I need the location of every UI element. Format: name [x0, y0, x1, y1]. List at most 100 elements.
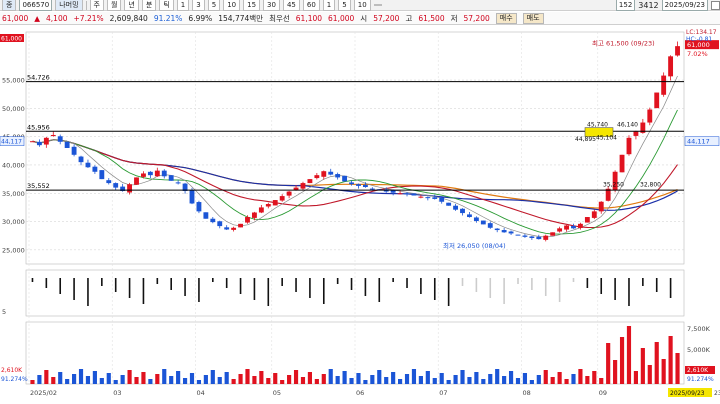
period-week[interactable]: 월 [106, 0, 122, 11]
quote-low-label: 저 [450, 13, 458, 23]
annotation-low: 최저 26,050 (08/04) [443, 241, 506, 250]
chart-toolbar: 종 066570 나머밍 주 월 년 분 틱 1 3 5 10 15 30 45… [0, 0, 720, 11]
candle-body [64, 141, 70, 148]
candle-body [314, 175, 320, 179]
toolbar-btn-0[interactable]: 종 [2, 0, 17, 11]
oscillator-bar [517, 278, 519, 284]
candle-body [473, 217, 479, 221]
candle-body [571, 225, 576, 229]
volume-bar [182, 378, 188, 384]
volume-bar [467, 377, 472, 384]
volume-bar [300, 377, 306, 384]
stock-name-button[interactable]: 나머밍 [55, 0, 83, 11]
interval-5[interactable]: 10 [223, 0, 241, 11]
oscillator-bar [406, 278, 408, 288]
left-price-label: 61,000 [1, 36, 22, 43]
oscillator-bar [295, 278, 297, 292]
volume-bar [474, 372, 479, 384]
buy-button[interactable]: 매수 [495, 12, 517, 24]
y-tick-label: 35,000 [2, 190, 25, 198]
candle-body [404, 193, 410, 195]
stock-chart[interactable]: 25,00030,00035,00040,00045,00050,00055,0… [0, 26, 720, 404]
x-tick-label: 08 [522, 389, 530, 397]
interval-1[interactable]: 3 [192, 0, 205, 11]
interval-5b[interactable]: 10 [353, 0, 371, 11]
volume-bar [120, 375, 125, 384]
oscillator-bar [59, 278, 62, 294]
candle-body [584, 217, 590, 223]
volume-bar [488, 374, 493, 384]
right-header-2: HC:-0.81 [686, 36, 712, 43]
candle-body [536, 236, 542, 240]
volume-bar [92, 371, 97, 384]
x-tick-label: 07 [439, 389, 447, 397]
candle-body [633, 131, 639, 136]
interval-10[interactable]: 15 [243, 0, 261, 11]
interval-45[interactable]: 60 [302, 0, 320, 11]
annotation-high: 최고 61,500 (09/23) [592, 38, 655, 47]
sell-button[interactable]: 매도 [522, 12, 544, 24]
period-day[interactable]: 주 [89, 0, 104, 11]
count-field[interactable]: 152 [615, 0, 636, 11]
period-month[interactable]: 년 [124, 0, 139, 11]
quote-bar: 61,000 ▲ 4,100 +7.21% 2,609,840 91.21% 6… [0, 12, 720, 25]
volume-bar [273, 373, 278, 384]
volume-bar [460, 370, 465, 384]
interval-10b[interactable] [373, 4, 382, 6]
interval-30[interactable]: 45 [282, 0, 300, 11]
candle-body [300, 183, 306, 189]
candle-body [251, 212, 257, 218]
y-tick-label: 30,000 [2, 218, 25, 226]
candle-body [321, 171, 327, 177]
period-year[interactable]: 분 [141, 0, 157, 11]
volume-bar [72, 374, 77, 384]
oscillator-bar [336, 278, 339, 284]
candle-body [501, 230, 507, 233]
candle-body [557, 228, 563, 232]
volume-bar [668, 336, 673, 384]
period-minute[interactable]: 틱 [159, 0, 174, 11]
stock-code-field[interactable]: 066570 [19, 0, 53, 11]
candle-body [515, 234, 521, 236]
period-tick[interactable]: 1 [176, 0, 190, 11]
volume-bar [564, 379, 569, 384]
oscillator-bar [45, 278, 48, 288]
interval-60[interactable]: 1 [322, 0, 336, 11]
volume-bar [439, 373, 444, 384]
candle-body [654, 92, 660, 109]
volume-bar [321, 374, 326, 384]
volume-bar [675, 353, 680, 384]
candle-body [369, 188, 375, 190]
volume-tick-5000k: 5,000K [687, 346, 711, 354]
volume-bar [481, 379, 486, 384]
candle-body [487, 223, 493, 228]
volume-bar [113, 380, 118, 384]
candle-body [175, 182, 181, 184]
volume-bar [377, 370, 382, 384]
interval-15[interactable]: 30 [263, 0, 280, 11]
annotation-45740: 45,740 [587, 121, 608, 128]
candle-body [50, 134, 56, 136]
volume-bar [78, 369, 84, 384]
interval-3[interactable]: 5 [207, 0, 221, 11]
candle-body [307, 179, 313, 184]
chart-svg[interactable]: 25,00030,00035,00040,00045,00050,00055,0… [0, 26, 720, 404]
candle-body [71, 146, 77, 155]
candle-body [217, 221, 223, 227]
calendar-icon[interactable] [711, 0, 720, 10]
volume-bar [599, 378, 604, 384]
volume-bar [585, 376, 590, 384]
interval-1b[interactable]: 5 [338, 0, 351, 11]
level-line-label: 45,956 [27, 123, 50, 131]
oscillator-bar [628, 278, 630, 306]
volume-bar [502, 376, 507, 384]
date-field[interactable]: 2025/09/23 [661, 0, 708, 11]
annotation-35250: 35,250 [603, 181, 624, 188]
oscillator-bar [572, 278, 575, 282]
oscillator-bar [364, 278, 367, 296]
oscillator-bar [128, 278, 131, 298]
quote-open-label: 시 [360, 13, 368, 23]
oscillator-bar [461, 278, 464, 286]
toolbar-separator [85, 0, 87, 10]
level-line-label: 35,552 [27, 182, 50, 190]
